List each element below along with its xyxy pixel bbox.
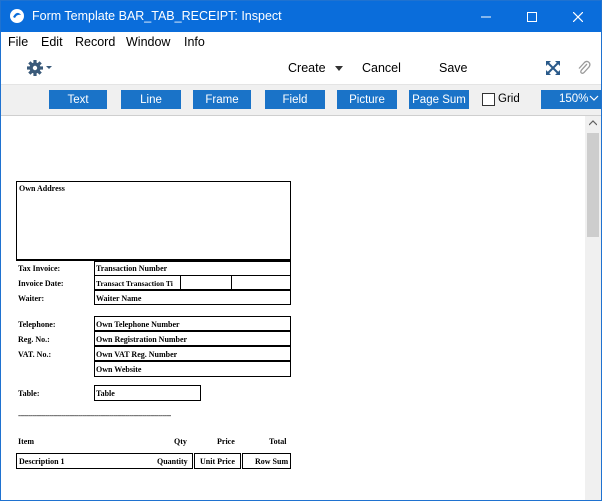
- picture-tool-button[interactable]: Picture: [337, 90, 397, 109]
- maximize-button[interactable]: [509, 1, 555, 32]
- scroll-up-arrow-icon[interactable]: [589, 120, 597, 126]
- minimize-icon: [481, 16, 491, 17]
- price-header: Price: [217, 437, 235, 446]
- separator-line: ----------------------------------------…: [18, 411, 171, 420]
- menu-file[interactable]: File: [8, 35, 28, 49]
- menu-record[interactable]: Record: [75, 35, 115, 49]
- text-tool-button[interactable]: Text: [49, 90, 107, 109]
- qty-header: Qty: [174, 437, 187, 446]
- save-button[interactable]: Save: [439, 61, 468, 75]
- vat-no-label: VAT. No.:: [18, 350, 52, 359]
- menu-info[interactable]: Info: [184, 35, 205, 49]
- waiter-name-field[interactable]: Waiter Name: [96, 294, 141, 303]
- menu-edit[interactable]: Edit: [41, 35, 63, 49]
- paperclip-icon: [578, 60, 591, 74]
- toolbar: Create Cancel Save: [1, 52, 601, 85]
- tax-invoice-label: Tax Invoice:: [18, 264, 61, 273]
- transaction-number-field[interactable]: Transaction Number: [96, 264, 167, 273]
- minimize-button[interactable]: [463, 1, 509, 32]
- menu-window[interactable]: Window: [126, 35, 170, 49]
- total-header: Total: [269, 437, 287, 446]
- zoom-value: 150%: [559, 93, 589, 105]
- create-label: Create: [288, 61, 326, 75]
- invoice-date-label: Invoice Date:: [18, 279, 64, 288]
- design-toolbar: Text Line Frame Field Picture Page Sum G…: [1, 85, 601, 116]
- window-title: Form Template BAR_TAB_RECEIPT: Inspect: [32, 9, 282, 23]
- scrollbar-thumb[interactable]: [587, 133, 599, 237]
- unit-price-field[interactable]: Unit Price: [200, 457, 235, 466]
- description-field[interactable]: Description 1: [19, 457, 65, 466]
- form-canvas[interactable]: Own Address Tax Invoice: Transaction Num…: [1, 116, 585, 500]
- zoom-select[interactable]: 150%: [541, 90, 601, 109]
- table-label: Table:: [18, 389, 40, 398]
- own-telephone-field[interactable]: Own Telephone Number: [96, 320, 180, 329]
- menu-bar: File Edit Record Window Info: [1, 32, 601, 52]
- vertical-scrollbar[interactable]: [585, 116, 601, 500]
- fullscreen-button[interactable]: [546, 61, 560, 75]
- telephone-label: Telephone:: [18, 320, 56, 329]
- row-sum-field[interactable]: Row Sum: [255, 457, 288, 466]
- reg-no-label: Reg. No.:: [18, 335, 50, 344]
- cancel-button[interactable]: Cancel: [362, 61, 401, 75]
- item-header: Item: [18, 437, 34, 446]
- inspect-window: Form Template BAR_TAB_RECEIPT: Inspect F…: [0, 0, 602, 501]
- title-bar[interactable]: Form Template BAR_TAB_RECEIPT: Inspect: [1, 1, 601, 32]
- own-website-field[interactable]: Own Website: [96, 365, 141, 374]
- own-address-frame[interactable]: [16, 181, 291, 261]
- gear-icon: [27, 60, 52, 76]
- page-sum-tool-button[interactable]: Page Sum: [409, 90, 469, 109]
- settings-menu-button[interactable]: [26, 58, 56, 78]
- expand-icon: [546, 61, 560, 75]
- table-field[interactable]: Table: [96, 389, 115, 398]
- transact-date-field[interactable]: Transact Transaction Ti: [96, 279, 173, 288]
- own-vat-field[interactable]: Own VAT Reg. Number: [96, 350, 177, 359]
- empty-field-box[interactable]: [231, 275, 291, 290]
- chevron-down-icon: [335, 66, 344, 71]
- chevron-down-icon: [589, 95, 599, 101]
- own-registration-field[interactable]: Own Registration Number: [96, 335, 187, 344]
- own-address-field[interactable]: Own Address: [19, 184, 65, 193]
- attachment-button[interactable]: [577, 59, 591, 77]
- waiter-label: Waiter:: [18, 294, 45, 303]
- transact-time-box[interactable]: [180, 275, 232, 290]
- frame-tool-button[interactable]: Frame: [193, 90, 251, 109]
- field-tool-button[interactable]: Field: [265, 90, 325, 109]
- line-tool-button[interactable]: Line: [121, 90, 181, 109]
- close-icon: [573, 11, 583, 22]
- grid-label: Grid: [498, 93, 520, 105]
- grid-checkbox[interactable]: [482, 93, 495, 106]
- quantity-field[interactable]: Quantity: [157, 457, 188, 466]
- app-icon: [10, 9, 24, 23]
- create-button[interactable]: Create: [288, 61, 344, 75]
- maximize-icon: [527, 11, 537, 22]
- close-button[interactable]: [555, 1, 601, 32]
